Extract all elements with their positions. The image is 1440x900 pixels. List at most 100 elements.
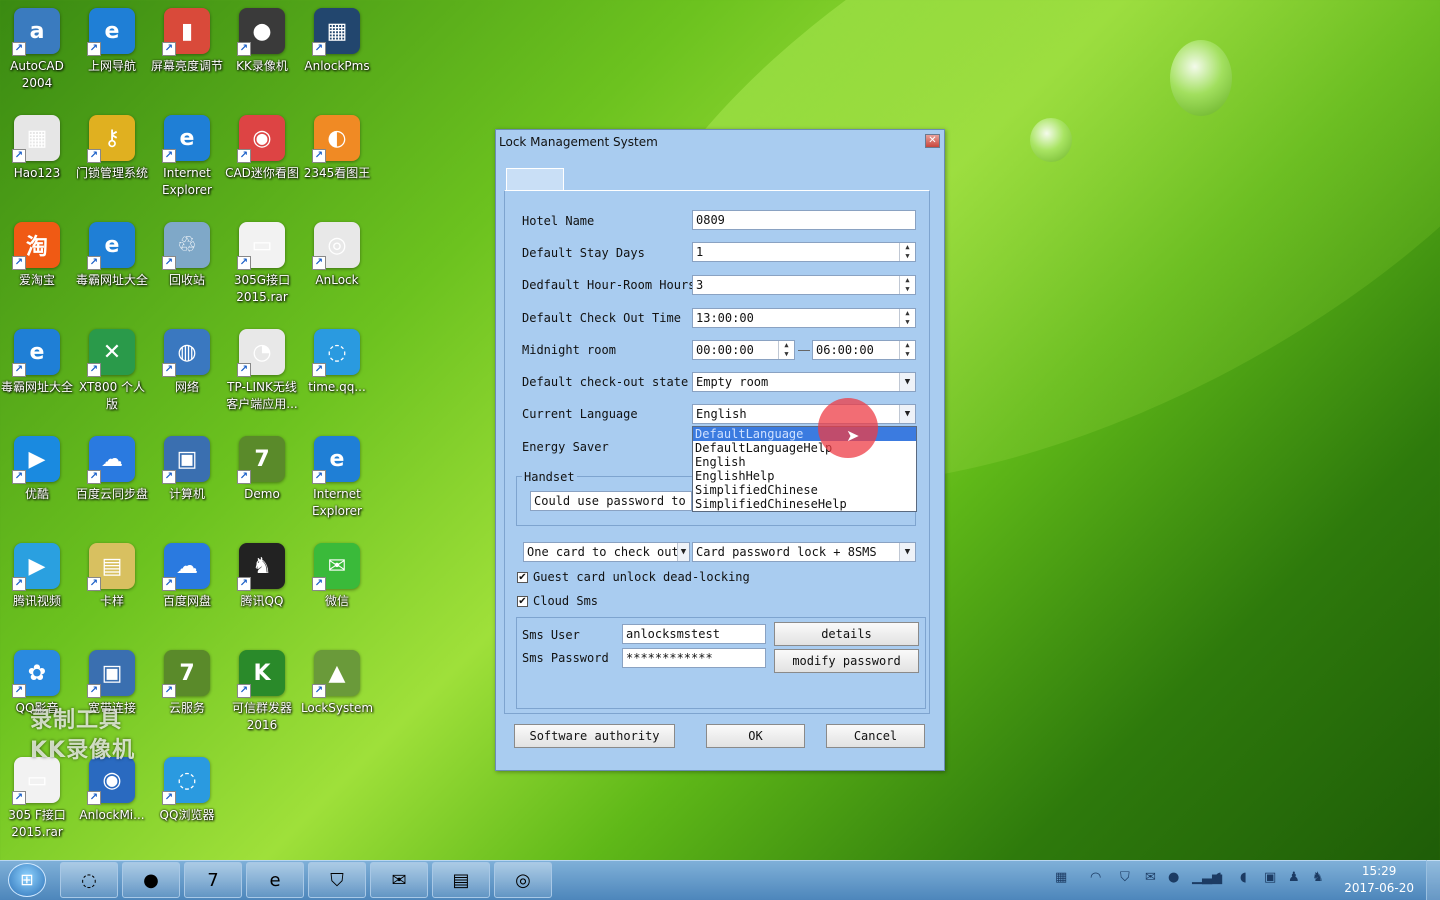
- users-tray-icon[interactable]: ♟: [1288, 870, 1300, 885]
- desktop-shortcut[interactable]: ▶ ↗ 腾讯视频: [0, 543, 75, 610]
- sms-password-input[interactable]: ************: [622, 648, 766, 668]
- dialog-titlebar[interactable]: Lock Management System: [496, 130, 944, 154]
- desktop-shortcut[interactable]: ◎ ↗ AnLock: [299, 222, 375, 289]
- desktop-shortcut[interactable]: ◔ ↗ TP-LINK无线客户端应用...: [224, 329, 300, 413]
- desktop-shortcut[interactable]: ◍ ↗ 网络: [149, 329, 225, 396]
- desktop-shortcut[interactable]: ♞ ↗ 腾讯QQ: [224, 543, 300, 610]
- shield-tray-icon[interactable]: ⛉: [1120, 870, 1130, 885]
- shortcut-icon: ▮ ↗: [162, 8, 210, 56]
- desktop-shortcut[interactable]: ◐ ↗ 2345看图王: [299, 115, 375, 182]
- language-select[interactable]: English ▼: [692, 404, 916, 424]
- desktop-shortcut[interactable]: ✉ ↗ 微信: [299, 543, 375, 610]
- desktop-shortcut[interactable]: ▮ ↗ 屏幕亮度调节: [149, 8, 225, 75]
- guest-unlock-checkbox[interactable]: ✔: [517, 572, 528, 583]
- spinner-arrows-icon[interactable]: ▲ ▼: [899, 309, 915, 327]
- language-option[interactable]: SimplifiedChinese: [693, 483, 916, 497]
- desktop-shortcut[interactable]: ◌ ↗ QQ浏览器: [149, 757, 225, 824]
- hour-room-spinner[interactable]: 3 ▲ ▼: [692, 275, 916, 295]
- settings-tab[interactable]: [506, 168, 564, 191]
- desktop-shortcut[interactable]: ▭ ↗ 305G接口2015.rar: [224, 222, 300, 306]
- midnight-from-input[interactable]: 00:00:00 ▲ ▼: [692, 340, 795, 360]
- demo-taskbar-icon[interactable]: 7: [184, 862, 242, 898]
- shortcut-arrow-icon: ↗: [87, 470, 101, 484]
- midnight-to-input[interactable]: 06:00:00 ▲ ▼: [812, 340, 916, 360]
- anlock-taskbar-icon[interactable]: ◎: [494, 862, 552, 898]
- chevron-down-icon[interactable]: ▼: [677, 543, 689, 561]
- qq-browser-taskbar-icon[interactable]: ◌: [60, 862, 118, 898]
- chevron-down-icon[interactable]: ▼: [899, 543, 915, 561]
- cancel-button[interactable]: Cancel: [826, 724, 925, 748]
- ok-button[interactable]: OK: [706, 724, 805, 748]
- spinner-arrows-icon[interactable]: ▲ ▼: [899, 341, 915, 359]
- handset-select[interactable]: Could use password to: [530, 491, 692, 511]
- folder-taskbar-icon[interactable]: ▤: [432, 862, 490, 898]
- desktop-shortcut[interactable]: 7 ↗ 云服务: [149, 650, 225, 717]
- spinner-arrows-icon[interactable]: ▲ ▼: [899, 276, 915, 294]
- desktop-shortcut[interactable]: ◉ ↗ AnlockMi...: [74, 757, 150, 824]
- spinner-arrows-icon[interactable]: ▲ ▼: [899, 243, 915, 261]
- show-desktop-button[interactable]: [1426, 860, 1440, 900]
- language-option[interactable]: English: [693, 455, 916, 469]
- checkout-time-input[interactable]: 13:00:00 ▲ ▼: [692, 308, 916, 328]
- lock-mode-select[interactable]: Card password lock + 8SMS ▼: [692, 542, 916, 562]
- system-clock[interactable]: 15:29 2017-06-20: [1344, 863, 1414, 897]
- wifi-icon[interactable]: ◠: [1090, 870, 1101, 885]
- desktop-shortcut[interactable]: ▦ ↗ AnlockPms: [299, 8, 375, 75]
- desktop-shortcut[interactable]: ▲ ↗ LockSystem: [299, 650, 375, 717]
- wechat-tray-icon[interactable]: ✉: [1145, 870, 1156, 885]
- shield-taskbar-icon[interactable]: ⛉: [308, 862, 366, 898]
- language-option[interactable]: DefaultLanguage: [693, 427, 916, 441]
- stay-days-spinner[interactable]: 1 ▲ ▼: [692, 242, 916, 262]
- modify-password-button[interactable]: modify password: [774, 649, 919, 673]
- shortcut-icon: ▶ ↗: [12, 543, 60, 591]
- shortcut-icon: ◌ ↗: [312, 329, 360, 377]
- volume-icon[interactable]: ◖: [1215, 870, 1222, 885]
- desktop-shortcut[interactable]: ✕ ↗ XT800 个人版: [74, 329, 150, 413]
- tray-input-icon[interactable]: ▦: [1055, 870, 1067, 885]
- language-option[interactable]: EnglishHelp: [693, 469, 916, 483]
- shortcut-label: 门锁管理系统: [75, 166, 148, 180]
- desktop-shortcut[interactable]: e ↗ 上网导航: [74, 8, 150, 75]
- desktop-shortcut[interactable]: ● ↗ KK录像机: [224, 8, 300, 75]
- desktop-shortcut[interactable]: e ↗ 毒霸网址大全: [0, 329, 75, 396]
- chevron-down-icon[interactable]: ▼: [899, 373, 915, 391]
- hotel-name-input[interactable]: 0809: [692, 210, 916, 230]
- desktop-shortcut[interactable]: 淘 ↗ 爱淘宝: [0, 222, 75, 289]
- desktop-shortcut[interactable]: ♲ ↗ 回收站: [149, 222, 225, 289]
- sms-user-input[interactable]: anlocksmstest: [622, 624, 766, 644]
- card-mode-select[interactable]: One card to check out ▼: [523, 542, 690, 562]
- desktop-shortcut[interactable]: e ↗ Internet Explorer: [299, 436, 375, 520]
- desktop-shortcut[interactable]: ▣ ↗ 计算机: [149, 436, 225, 503]
- chevron-down-icon[interactable]: ▼: [899, 405, 915, 423]
- desktop-shortcut[interactable]: ⚷ ↗ 门锁管理系统: [74, 115, 150, 182]
- wechat-taskbar-icon[interactable]: ✉: [370, 862, 428, 898]
- desktop-shortcut[interactable]: ▦ ↗ Hao123: [0, 115, 75, 182]
- desktop-shortcut[interactable]: ◉ ↗ CAD迷你看图: [224, 115, 300, 182]
- desktop-shortcut[interactable]: 7 ↗ Demo: [224, 436, 300, 503]
- details-button[interactable]: details: [774, 622, 919, 646]
- cloud-sms-checkbox[interactable]: ✔: [517, 596, 528, 607]
- desktop-shortcut[interactable]: K ↗ 可信群发器2016: [224, 650, 300, 734]
- desktop-shortcut[interactable]: e ↗ 毒霸网址大全: [74, 222, 150, 289]
- network-tray-icon[interactable]: ▣: [1264, 870, 1276, 885]
- ie-taskbar-icon[interactable]: e: [246, 862, 304, 898]
- spinner-arrows-icon[interactable]: ▲ ▼: [778, 341, 794, 359]
- desktop-shortcut[interactable]: ▤ ↗ 卡样: [74, 543, 150, 610]
- start-button[interactable]: ⊞: [8, 863, 46, 897]
- language-option[interactable]: SimplifiedChineseHelp: [693, 497, 916, 511]
- desktop-shortcut[interactable]: ◌ ↗ time.qq...: [299, 329, 375, 396]
- language-option[interactable]: DefaultLanguageHelp: [693, 441, 916, 455]
- speaker-icon[interactable]: ◖: [1240, 870, 1247, 885]
- desktop-shortcut[interactable]: ☁ ↗ 百度云同步盘: [74, 436, 150, 503]
- desktop-shortcut[interactable]: e ↗ Internet Explorer: [149, 115, 225, 199]
- close-button[interactable]: ✕: [925, 134, 940, 148]
- kk-recorder-taskbar-icon[interactable]: ●: [122, 862, 180, 898]
- qq-tray-icon[interactable]: ♞: [1312, 870, 1324, 885]
- desktop-shortcut[interactable]: ▶ ↗ 优酷: [0, 436, 75, 503]
- desktop-shortcut[interactable]: ☁ ↗ 百度网盘: [149, 543, 225, 610]
- desktop-shortcut[interactable]: ▭ ↗ 305 F接口2015.rar: [0, 757, 75, 841]
- software-authority-button[interactable]: Software authority: [514, 724, 675, 748]
- desktop-shortcut[interactable]: a ↗ AutoCAD 2004: [0, 8, 75, 92]
- checkout-state-select[interactable]: Empty room ▼: [692, 372, 916, 392]
- kk-tray-icon[interactable]: ●: [1168, 870, 1179, 885]
